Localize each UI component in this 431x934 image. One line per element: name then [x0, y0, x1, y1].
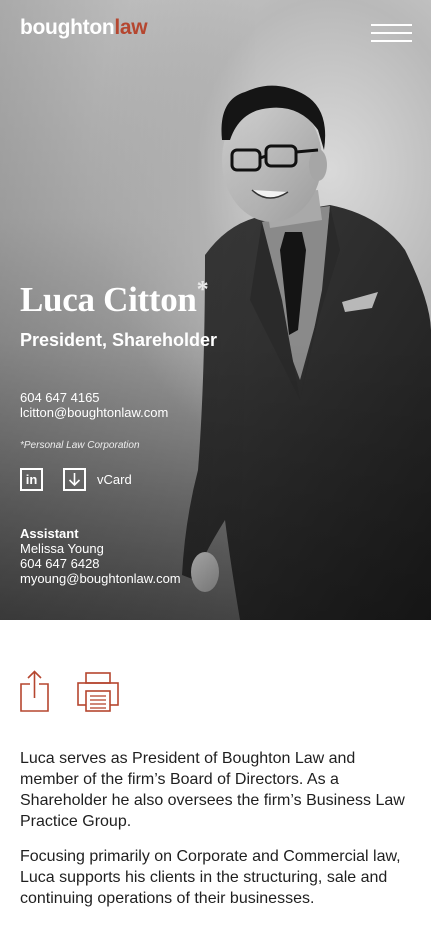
logo-text-accent: law	[114, 16, 148, 39]
assistant-phone-link[interactable]: 604 647 6428	[20, 556, 100, 571]
profile-name: Luca Citton*	[20, 277, 209, 320]
profile-name-marker: *	[196, 277, 209, 303]
bio-paragraph: Focusing primarily on Corporate and Comm…	[20, 848, 401, 907]
share-icon[interactable]	[20, 670, 49, 717]
linkedin-icon[interactable]: in	[20, 468, 43, 491]
site-logo[interactable]: boughtonlaw	[20, 16, 148, 40]
bio-paragraph: Luca serves as President of Boughton Law…	[20, 750, 405, 830]
profile-hero: boughtonlaw Luca Citton* President, Shar…	[0, 0, 431, 620]
profile-contact: 604 647 4165 lcitton@boughtonlaw.com	[20, 390, 168, 420]
profile-role: President, Shareholder	[20, 330, 218, 350]
logo-text-primary: boughton	[20, 16, 115, 39]
download-icon	[63, 468, 86, 491]
assistant-title: Assistant	[20, 526, 79, 541]
corporation-note: *Personal Law Corporation	[20, 440, 140, 451]
bio-section: Luca serves as President of Boughton Law…	[20, 748, 415, 909]
profile-phone-link[interactable]: 604 647 4165	[20, 390, 100, 405]
assistant-name: Melissa Young	[20, 541, 104, 556]
assistant-info: Assistant Melissa Young 604 647 6428 myo…	[20, 526, 181, 586]
profile-email-link[interactable]: lcitton@boughtonlaw.com	[20, 405, 168, 420]
page-tools	[20, 670, 119, 717]
vcard-label: vCard	[97, 472, 132, 487]
vcard-download-button[interactable]: vCard	[63, 468, 132, 491]
hamburger-menu-icon[interactable]	[371, 24, 412, 44]
print-icon[interactable]	[77, 672, 119, 717]
profile-name-text: Luca Citton	[20, 280, 197, 319]
social-links: in vCard	[20, 468, 132, 491]
assistant-email-link[interactable]: myoung@boughtonlaw.com	[20, 571, 181, 586]
